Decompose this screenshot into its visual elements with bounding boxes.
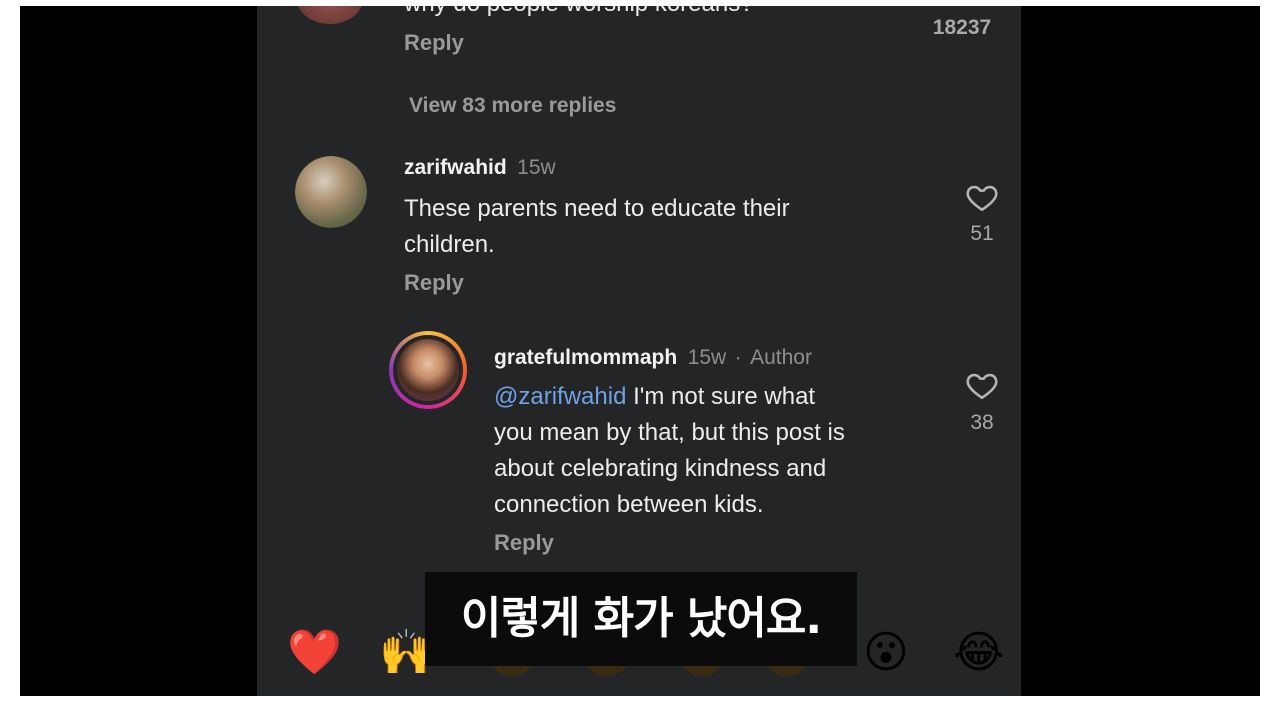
- comment-text-line-1: These parents need to educate their: [404, 195, 790, 222]
- reply-text-line-3: about celebrating kindness and: [494, 455, 827, 482]
- reply-button[interactable]: Reply: [404, 270, 464, 296]
- reply-text-line-2: you mean by that, but this post is: [494, 419, 845, 446]
- surprised-face-emoji[interactable]: 😮: [863, 628, 909, 678]
- author-badge: Author: [750, 346, 812, 369]
- view-more-replies-button[interactable]: View 83 more replies: [409, 94, 616, 118]
- like-count: 18237: [932, 16, 992, 39]
- profile-photo-icon: [295, 156, 367, 228]
- reply-text-line-1: @zarifwahid I'm not sure what: [494, 379, 815, 415]
- mention-link[interactable]: @zarifwahid: [494, 383, 626, 410]
- heart-icon[interactable]: [964, 368, 1000, 402]
- like-count: 51: [970, 222, 994, 245]
- comment-header: zarifwahid 15w: [404, 156, 556, 180]
- reply-header: gratefulmommaph 15w · Author: [494, 346, 812, 370]
- comment-text-line-2: children.: [404, 231, 495, 258]
- story-ring[interactable]: [389, 331, 467, 409]
- timestamp: 15w: [687, 346, 727, 369]
- commenter-avatar[interactable]: [297, 6, 363, 24]
- reply-text: I'm not sure what: [626, 383, 816, 410]
- video-subtitle: 이렇게 화가 났어요.: [425, 572, 857, 666]
- separator: ·: [734, 346, 742, 369]
- username[interactable]: gratefulmommaph: [494, 346, 677, 369]
- timestamp: 15w: [517, 156, 556, 179]
- video-frame: why do people worship koreans? Reply 182…: [20, 6, 1260, 696]
- laughing-face-emoji[interactable]: 😂: [953, 628, 1004, 678]
- reply-button[interactable]: Reply: [404, 30, 464, 56]
- profile-photo-icon: [397, 339, 459, 401]
- like-count: 38: [970, 411, 994, 434]
- reply-text-line-4: connection between kids.: [494, 491, 764, 518]
- comment-text: why do people worship koreans?: [404, 6, 754, 22]
- username[interactable]: zarifwahid: [404, 156, 507, 179]
- heart-icon[interactable]: [964, 180, 1000, 214]
- reply-button[interactable]: Reply: [494, 530, 554, 556]
- red-heart-emoji[interactable]: ❤️: [287, 628, 342, 678]
- zarifwahid-avatar[interactable]: [295, 156, 367, 228]
